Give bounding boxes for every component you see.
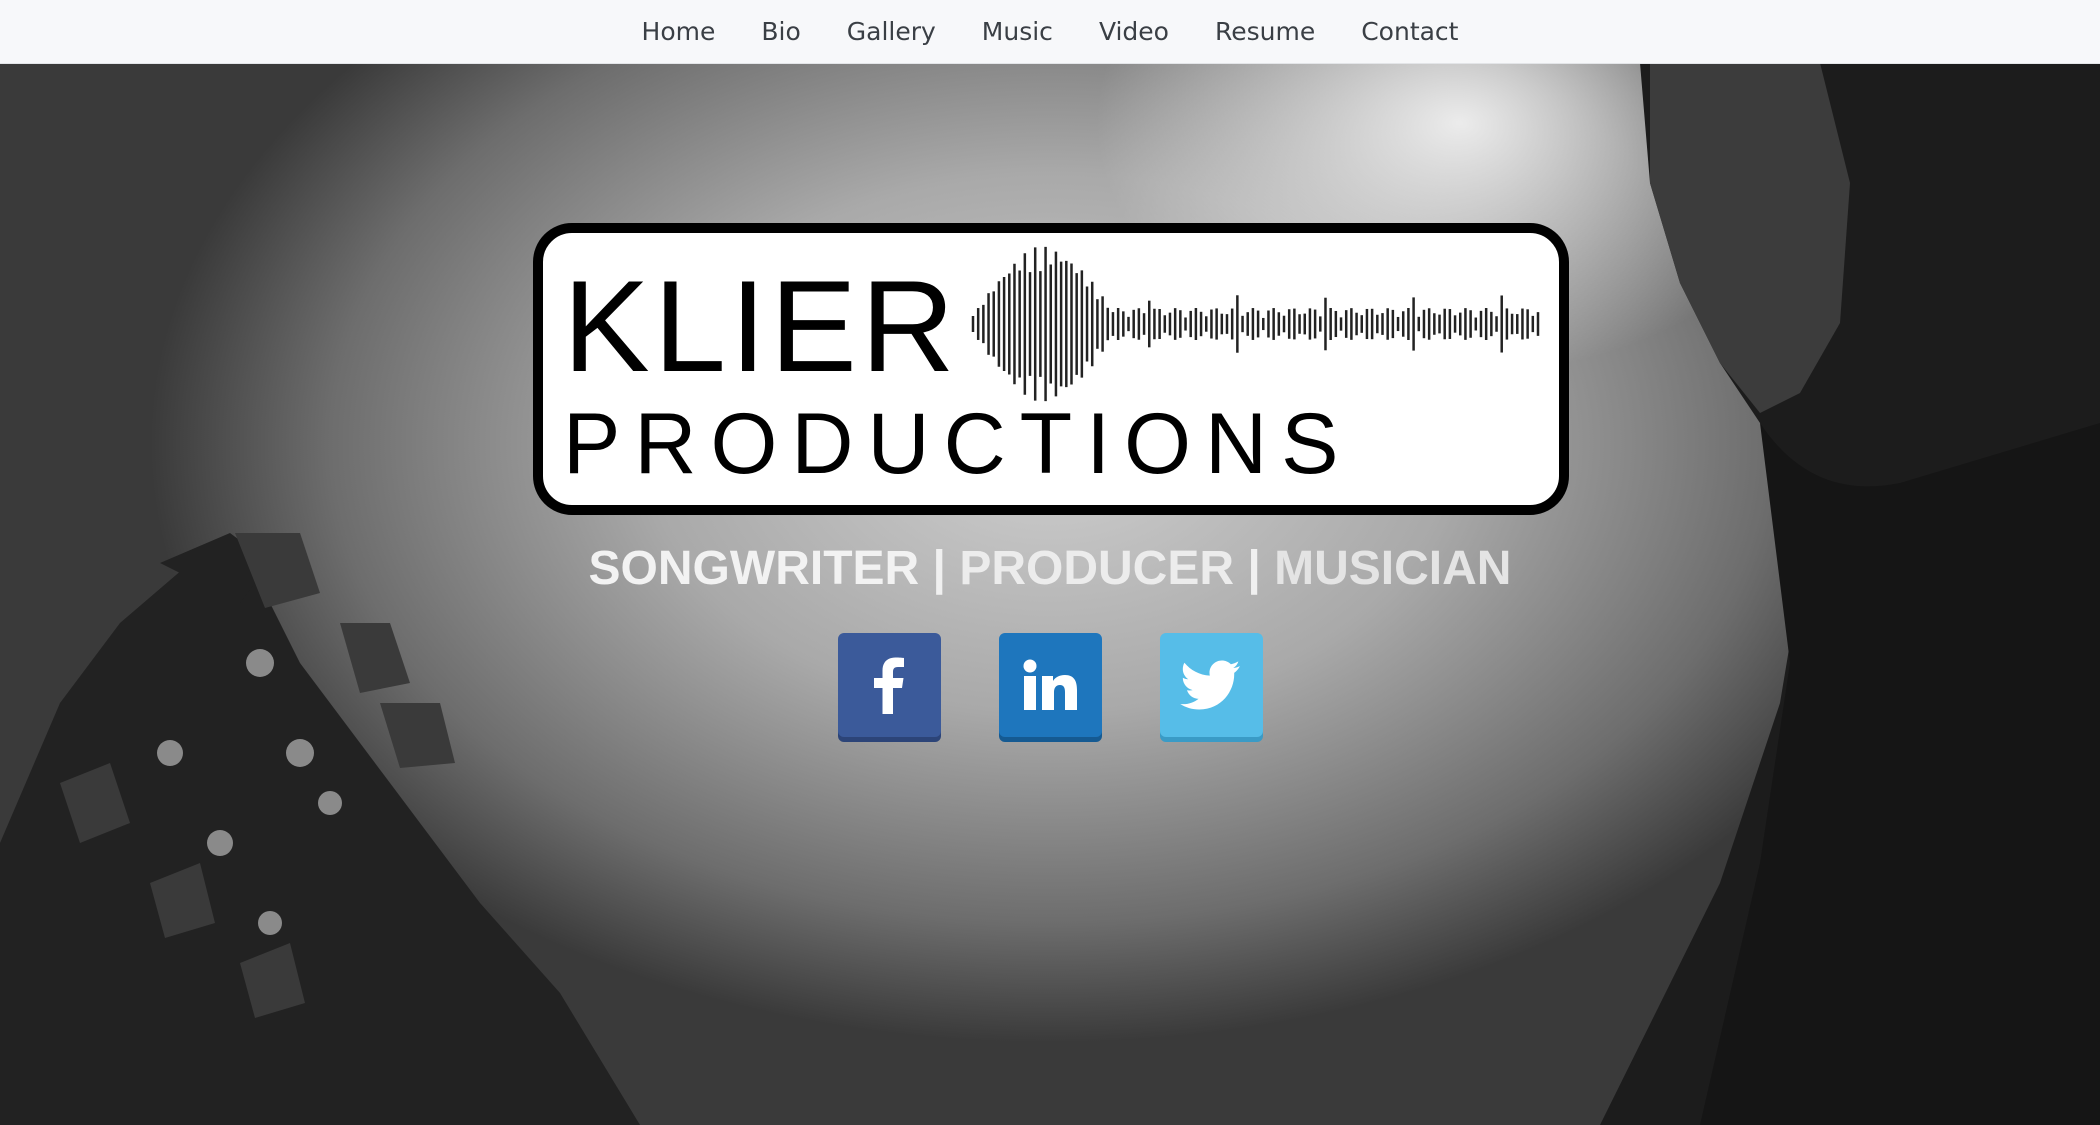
tagline: SONGWRITER | PRODUCER | MUSICIAN xyxy=(0,541,2100,596)
logo-line1: KLIER xyxy=(563,253,959,399)
facebook-icon xyxy=(874,657,904,714)
nav-gallery-link[interactable]: Gallery xyxy=(847,17,936,46)
tagline-songwriter: SONGWRITER xyxy=(588,542,920,595)
klier-productions-logo: KLIER PRODUCTIONS xyxy=(533,223,1569,515)
nav-music-link[interactable]: Music xyxy=(982,17,1053,46)
twitter-button[interactable] xyxy=(1159,633,1263,737)
social-links xyxy=(0,633,2100,737)
tagline-separator: | xyxy=(932,542,946,595)
nav-resume-link[interactable]: Resume xyxy=(1215,17,1315,46)
facebook-button[interactable] xyxy=(837,633,941,737)
tagline-musician: MUSICIAN xyxy=(1274,542,1512,595)
tagline-producer: PRODUCER xyxy=(959,542,1234,595)
top-navbar: Home Bio Gallery Music Video Resume Cont… xyxy=(0,0,2100,64)
hero-section: KLIER PRODUCTIONS SONGWRITER | PRODUCER … xyxy=(0,63,2100,1125)
nav-contact-link[interactable]: Contact xyxy=(1361,17,1458,46)
nav-video-link[interactable]: Video xyxy=(1099,17,1169,46)
linkedin-button[interactable] xyxy=(998,633,1102,737)
tagline-separator: | xyxy=(1247,542,1261,595)
linkedin-icon xyxy=(1023,659,1077,710)
twitter-icon xyxy=(1180,660,1240,710)
logo-line2: PRODUCTIONS xyxy=(563,396,1352,492)
nav-bio-link[interactable]: Bio xyxy=(761,17,800,46)
nav-home-link[interactable]: Home xyxy=(642,17,716,46)
